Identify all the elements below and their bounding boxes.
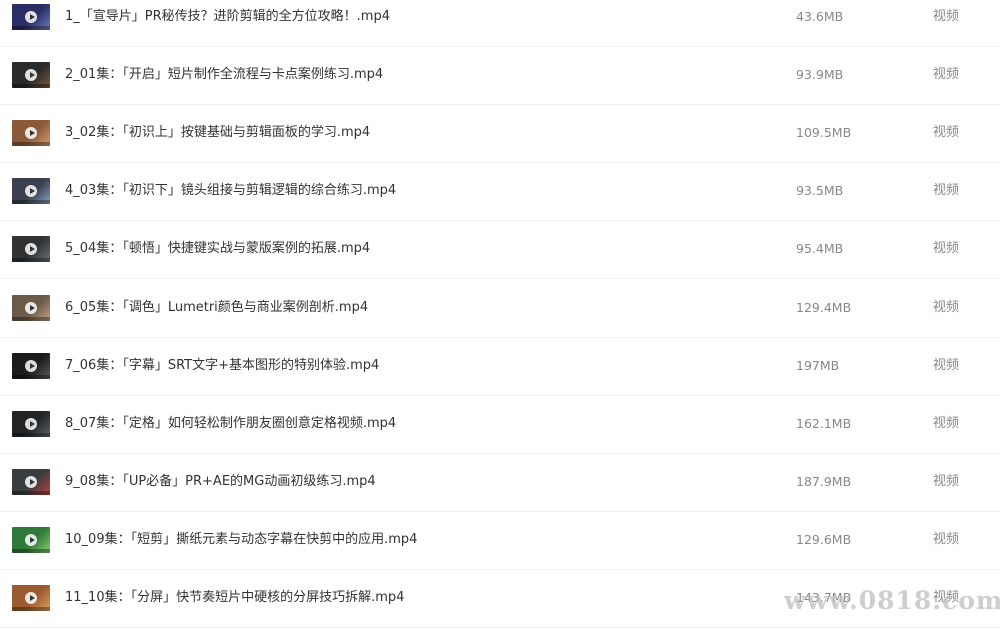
thumbnail-strip (12, 26, 50, 30)
file-name[interactable]: 5_04集：「顿悟」快捷键实战与蒙版案例的拓展.mp4 (65, 240, 370, 258)
file-name[interactable]: 4_03集：「初识下」镜头组接与剪辑逻辑的综合练习.mp4 (65, 182, 396, 200)
file-list: 1_「宣导片」PR秘传技？进阶剪辑的全方位攻略！.mp4 43.6MB 视频 2_01… (0, 0, 1000, 628)
file-row[interactable]: 3_02集：「初识上」按键基础与剪辑面板的学习.mp4 109.5MB 视频 (0, 105, 1000, 164)
file-size: 187.9MB (796, 473, 852, 489)
thumbnail-strip (12, 548, 50, 553)
thumbnail-strip (12, 142, 50, 147)
thumbnail-strip (12, 84, 50, 89)
file-size: 129.6MB (796, 531, 852, 547)
play-icon (25, 359, 37, 372)
file-name[interactable]: 11_10集：「分屏」快节奏短片中硬核的分屏技巧拆解.mp4 (65, 589, 404, 607)
video-thumbnail[interactable] (12, 4, 50, 30)
file-size: 93.9MB (796, 67, 844, 83)
play-icon (25, 475, 37, 488)
file-name[interactable]: 9_08集：「UP必备」PR+AE的MG动画初级练习.mp4 (65, 473, 376, 491)
video-thumbnail[interactable] (12, 410, 50, 437)
file-row[interactable]: 4_03集：「初识下」镜头组接与剪辑逻辑的综合练习.mp4 93.5MB 视频 (0, 163, 1000, 222)
file-size: 197MB (796, 357, 840, 373)
video-thumbnail[interactable] (12, 236, 50, 263)
video-thumbnail[interactable] (12, 526, 50, 553)
file-size: 162.1MB (796, 415, 852, 431)
thumbnail-strip (12, 258, 50, 263)
file-row[interactable]: 9_08集：「UP必备」PR+AE的MG动画初级练习.mp4 187.9MB 视频 (0, 454, 1000, 512)
play-icon (25, 417, 37, 430)
file-type: 视频 (933, 415, 960, 431)
file-row[interactable]: 10_09集：「短剪」撕纸元素与动态字幕在快剪中的应用.mp4 129.6MB 视频 (0, 512, 1000, 570)
play-icon (25, 243, 37, 256)
file-row[interactable]: 6_05集：「调色」Lumetri颜色与商业案例剖析.mp4 129.4MB 视频 (0, 280, 1000, 338)
thumbnail-strip (12, 374, 50, 379)
file-name[interactable]: 8_07集：「定格」如何轻松制作朋友圈创意定格视频.mp4 (65, 415, 396, 433)
play-icon (25, 592, 37, 604)
video-thumbnail[interactable] (12, 352, 50, 379)
file-name[interactable]: 10_09集：「短剪」撕纸元素与动态字幕在快剪中的应用.mp4 (65, 531, 417, 549)
file-type: 视频 (933, 473, 960, 489)
file-row[interactable]: 2_01集：「开启」短片制作全流程与卡点案例练习.mp4 93.9MB 视频 (0, 47, 1000, 106)
video-thumbnail[interactable] (12, 468, 50, 495)
site-watermark: www.0818.com (784, 586, 1000, 615)
file-type: 视频 (933, 9, 960, 24)
file-row[interactable]: 7_06集：「字幕」SRT文字+基本图形的特别体验.mp4 197MB 视频 (0, 338, 1000, 396)
video-thumbnail[interactable] (12, 294, 50, 321)
file-name[interactable]: 6_05集：「调色」Lumetri颜色与商业案例剖析.mp4 (65, 299, 368, 317)
file-name[interactable]: 2_01集：「开启」短片制作全流程与卡点案例练习.mp4 (65, 66, 383, 84)
video-thumbnail[interactable] (12, 178, 50, 205)
file-size: 93.5MB (796, 183, 844, 199)
file-type: 视频 (933, 183, 960, 199)
play-icon (25, 185, 37, 198)
file-type: 视频 (933, 125, 960, 141)
file-size: 129.4MB (796, 299, 852, 315)
file-row[interactable]: 1_「宣导片」PR秘传技？进阶剪辑的全方位攻略！.mp4 43.6MB 视频 (0, 0, 1000, 47)
file-type: 视频 (933, 241, 960, 257)
play-icon (25, 69, 37, 82)
thumbnail-strip (12, 432, 50, 437)
play-icon (25, 533, 37, 546)
file-size: 109.5MB (796, 125, 852, 141)
thumbnail-strip (12, 490, 50, 495)
file-name[interactable]: 7_06集：「字幕」SRT文字+基本图形的特别体验.mp4 (65, 357, 379, 375)
play-icon (25, 11, 37, 23)
video-thumbnail[interactable] (12, 120, 50, 147)
play-icon (25, 301, 37, 314)
file-name[interactable]: 3_02集：「初识上」按键基础与剪辑面板的学习.mp4 (65, 124, 370, 142)
thumbnail-strip (12, 607, 50, 611)
file-type: 视频 (933, 67, 960, 83)
play-icon (25, 127, 37, 140)
file-size: 95.4MB (796, 241, 844, 257)
file-size: 43.6MB (796, 9, 844, 24)
video-thumbnail[interactable] (12, 62, 50, 89)
file-name[interactable]: 1_「宣导片」PR秘传技？进阶剪辑的全方位攻略！.mp4 (65, 8, 390, 26)
file-type: 视频 (933, 299, 960, 315)
thumbnail-strip (12, 316, 50, 321)
file-type: 视频 (933, 357, 960, 373)
file-row[interactable]: 8_07集：「定格」如何轻松制作朋友圈创意定格视频.mp4 162.1MB 视频 (0, 396, 1000, 454)
thumbnail-strip (12, 200, 50, 205)
file-row[interactable]: 5_04集：「顿悟」快捷键实战与蒙版案例的拓展.mp4 95.4MB 视频 (0, 221, 1000, 280)
video-thumbnail[interactable] (12, 585, 50, 611)
file-type: 视频 (933, 531, 960, 547)
